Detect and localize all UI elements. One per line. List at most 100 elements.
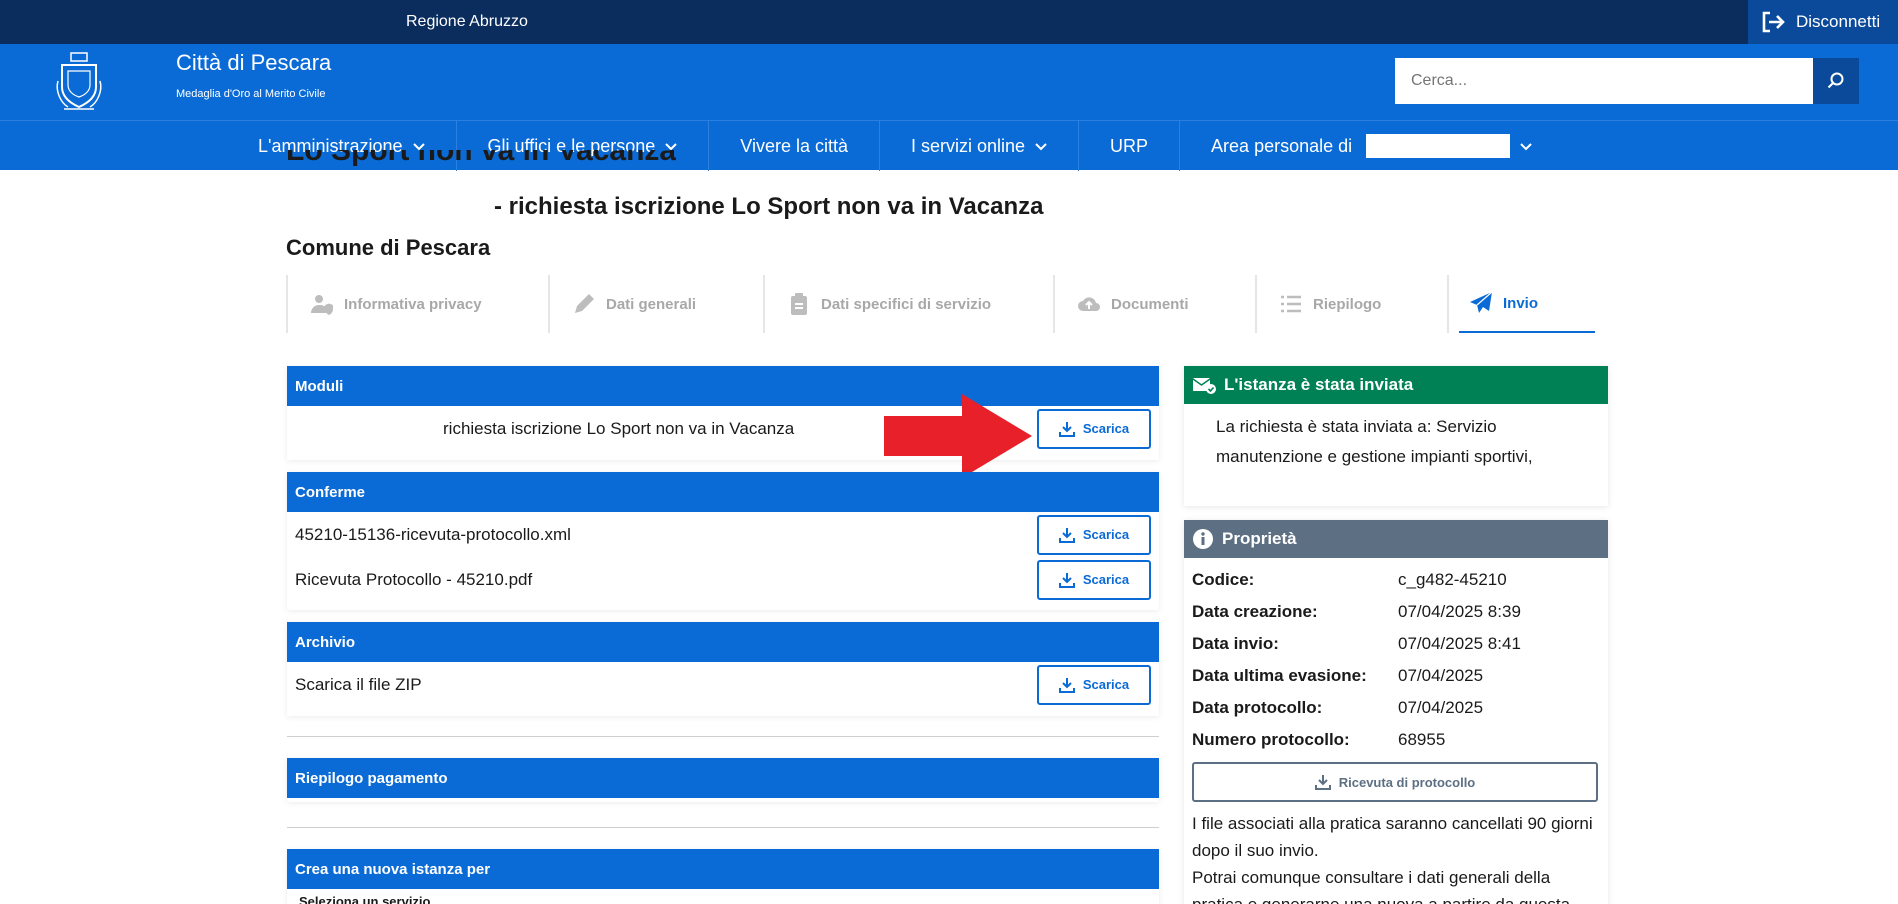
list-item: Scarica il file ZIP Scarica [287,662,1159,707]
step-label: Dati generali [606,295,697,313]
property-value: 07/04/2025 [1398,698,1484,717]
logout-label: Disconnetti [1796,12,1881,31]
page-title: - richiesta iscrizione Lo Sport non va i… [494,193,1044,220]
list-item: 45210-15136-ricevuta-protocollo.xml Scar… [287,512,1159,557]
download-icon [1058,572,1075,588]
nuova-istanza-header: Crea una nuova istanza per [287,849,1159,889]
top-bar: Regione Abruzzo Disconnetti [0,0,1898,44]
step-informativa-privacy[interactable]: Informativa privacy [286,275,548,333]
nav-item-urp[interactable]: URP [1079,121,1181,171]
nav-item-servizi-online[interactable]: I servizi online [880,121,1080,171]
partial-page-title: Lo Sport non va in Vacanza [286,150,677,167]
nav-item-area-personale[interactable]: Area personale di [1180,121,1563,171]
property-row: Codice: c_g482-45210 [1192,564,1600,596]
download-icon [1058,421,1075,437]
property-key: Data creazione: [1192,602,1318,621]
istanza-inviata-title: L'istanza è stata inviata [1224,375,1414,394]
proprieta-title: Proprietà [1222,529,1297,548]
istanza-inviata-text: La richiesta è stata inviata a: Servizio… [1216,417,1533,466]
paper-plane-icon [1470,291,1493,313]
download-button[interactable]: Scarica [1037,514,1151,555]
archivio-card: Archivio Scarica il file ZIP Scarica [287,622,1159,716]
select-service-label: Seleziona un servizio [299,894,431,904]
download-zip-button[interactable]: Scarica [1037,664,1151,705]
conferme-card: Conferme 45210-15136-ricevuta-protocollo… [287,472,1159,610]
logout-icon [1762,11,1785,33]
city-subtitle: Medaglia d'Oro al Merito Civile [176,88,326,100]
istanza-inviata-card: L'istanza è stata inviata La richiesta è… [1184,366,1608,506]
info-circle-icon [1193,529,1213,549]
properties-list: Codice: c_g482-45210 Data creazione: 07/04… [1184,558,1608,904]
istanza-inviata-header: L'istanza è stata inviata [1184,366,1608,404]
redacted-username [1366,134,1511,158]
cloud-upload-icon [1078,297,1100,311]
main-navigation: L'amministrazione Gli uffici e le person… [0,120,1898,171]
module-filename: richiesta iscrizione Lo Sport non va in … [443,418,795,438]
clipboard-icon [791,293,807,315]
download-label: Scarica [1082,572,1130,587]
list-icon [1281,295,1301,313]
nav-label: Vivere la città [740,135,848,156]
nuova-istanza-card: Crea una nuova istanza per Seleziona un … [287,849,1159,904]
search-bar [1395,58,1859,104]
download-icon [1058,677,1075,693]
red-arrow-annotation [884,394,1032,478]
step-invio[interactable]: Invio [1459,275,1595,333]
ricevuta-protocollo-button[interactable]: Ricevuta di protocollo [1192,762,1598,802]
property-value: c_g482-45210 [1398,570,1507,589]
search-input[interactable] [1395,58,1813,104]
proprieta-card: Proprietà Codice: c_g482-45210 Data creaz… [1184,520,1608,904]
step-label: Documenti [1111,295,1189,313]
wizard-steps: Informativa privacy Dati generali Dati s… [286,275,1606,333]
file-name: Ricevuta Protocollo - 45210.pdf [295,569,533,589]
step-invio-wrapper: Invio [1447,275,1595,333]
property-value: 07/04/2025 [1398,666,1484,685]
nav-item-vivere-citta[interactable]: Vivere la città [709,121,880,171]
header: Città di Pescara Medaglia d'Oro al Merit… [0,44,1898,120]
download-label: Scarica [1082,527,1130,542]
step-label: Riepilogo [1313,295,1382,313]
user-shield-icon [311,295,333,315]
zip-label: Scarica il file ZIP [295,674,422,694]
property-row: Data ultima evasione: 07/04/2025 [1192,660,1600,692]
proprieta-header: Proprietà [1184,520,1608,558]
consult-note: Potrai comunque consultare i dati genera… [1192,868,1575,904]
property-key: Data ultima evasione: [1192,666,1367,685]
property-value: 07/04/2025 8:39 [1398,602,1521,621]
search-icon [1827,72,1844,89]
logout-button[interactable]: Disconnetti [1748,0,1898,44]
city-title[interactable]: Città di Pescara [176,50,331,76]
pagamento-header: Riepilogo pagamento [287,758,1159,798]
step-dati-specifici[interactable]: Dati specifici di servizio [763,275,1053,333]
envelope-check-icon [1192,378,1216,394]
divider [287,736,1159,737]
nav-label: I servizi online [910,135,1026,156]
pagamento-card: Riepilogo pagamento [287,758,1159,802]
step-documenti[interactable]: Documenti [1053,275,1255,333]
download-button[interactable]: Scarica [1037,559,1151,600]
chevron-down-icon [1520,143,1532,151]
conferme-header: Conferme [287,472,1159,512]
city-crest-logo[interactable] [54,51,104,113]
region-link[interactable]: Regione Abruzzo [406,13,528,31]
retention-note: I file associati alla pratica saranno ca… [1192,814,1593,860]
download-label: Scarica [1082,677,1130,692]
property-key: Data protocollo: [1192,698,1323,717]
step-label: Informativa privacy [344,295,482,313]
file-name: 45210-15136-ricevuta-protocollo.xml [295,524,571,544]
property-value: 68955 [1398,730,1446,749]
download-icon [1314,775,1331,790]
chevron-down-icon [1035,143,1047,151]
property-value: 07/04/2025 8:41 [1398,634,1521,653]
step-riepilogo[interactable]: Riepilogo [1255,275,1447,333]
download-button[interactable]: Scarica [1037,408,1151,449]
step-label: Invio [1503,294,1539,312]
property-row: Data creazione: 07/04/2025 8:39 [1192,596,1600,628]
step-dati-generali[interactable]: Dati generali [548,275,763,333]
property-key: Numero protocollo: [1192,730,1350,749]
ricevuta-button-label: Ricevuta di protocollo [1338,774,1476,790]
archivio-header: Archivio [287,622,1159,662]
property-key: Data invio: [1192,634,1279,653]
nav-label: URP [1110,135,1149,156]
search-button[interactable] [1813,58,1859,104]
